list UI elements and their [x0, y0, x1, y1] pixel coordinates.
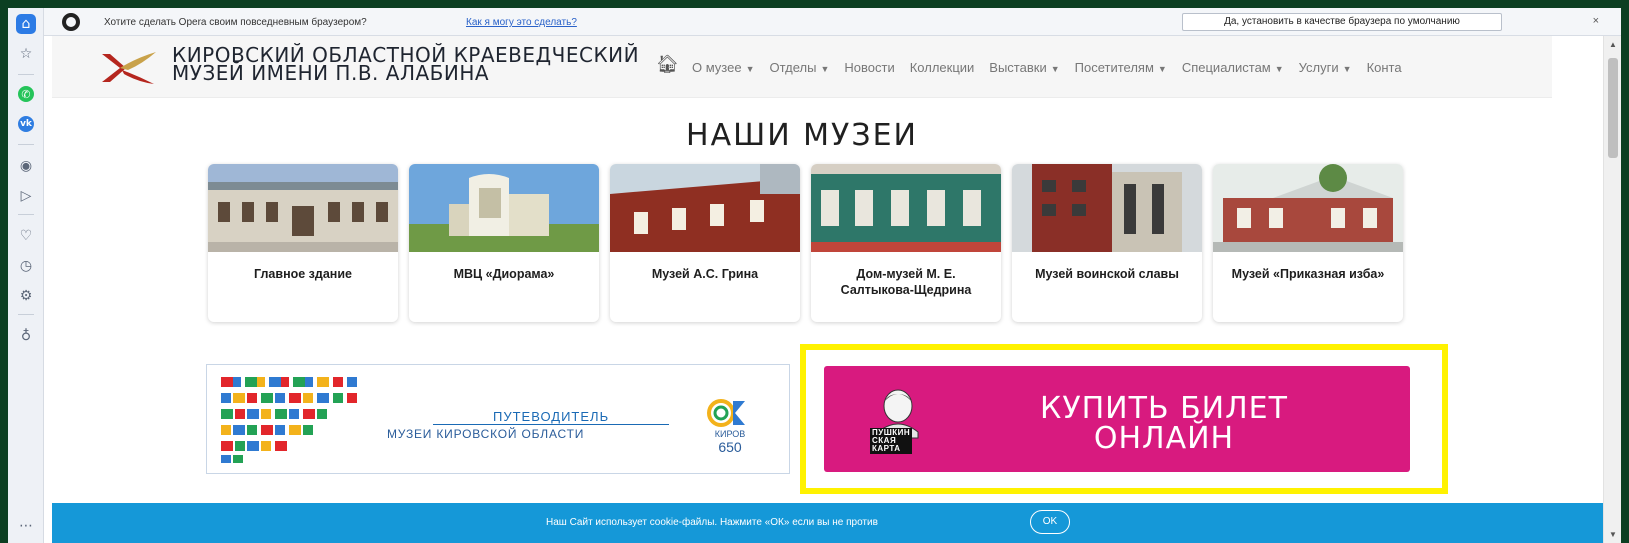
museum-name: Музей воинской славы — [1035, 267, 1179, 281]
guide-title: ПУТЕВОДИТЕЛЬ — [433, 409, 670, 425]
page-scrollbar[interactable]: ▲ ▼ — [1603, 36, 1621, 543]
museum-name: Главное здание — [254, 267, 352, 281]
guide-pattern-icon — [221, 377, 357, 463]
opera-sidebar: ⌂ ☆ ✆ vk ◉ ▷ ♡ ◷ ⚙ ♁ ⋯ — [8, 8, 44, 543]
cookie-message: Наш Сайт использует cookie-файлы. Нажмит… — [546, 517, 878, 528]
more-icon[interactable]: ⋯ — [16, 516, 36, 536]
museum-card-prikaznaya[interactable]: Музей «Приказная изба» — [1213, 164, 1403, 322]
section-title: НАШИ МУЗЕИ — [686, 118, 918, 153]
heart-icon[interactable]: ♡ — [16, 226, 36, 246]
home-icon[interactable]: 🏠︎ — [656, 54, 679, 75]
browser-window: ⌂ ☆ ✆ vk ◉ ▷ ♡ ◷ ⚙ ♁ ⋯ Хотите сделать Op… — [8, 8, 1621, 543]
museum-photo — [1012, 164, 1202, 252]
set-default-browser-button[interactable]: Да, установить в качестве браузера по ум… — [1182, 13, 1502, 31]
museum-cards: Главное здание МВЦ «Диорама» Музей А.С. … — [208, 164, 1403, 322]
infobar-howto-link[interactable]: Как я могу это сделать? — [466, 17, 577, 28]
send-icon[interactable]: ▷ — [16, 186, 36, 206]
museum-logo-icon[interactable] — [98, 50, 158, 86]
home-icon[interactable]: ⌂ — [16, 14, 36, 34]
web-page: КИРОВСКИЙ ОБЛАСТНОЙ КРАЕВЕДЧЕСКИЙ МУЗЕЙ … — [52, 36, 1603, 543]
cookie-ok-button[interactable]: OK — [1030, 510, 1070, 534]
kirov-number: 650 — [718, 439, 742, 455]
nav-item-collections[interactable]: Коллекции — [910, 60, 975, 75]
infobar-message: Хотите сделать Opera своим повседневным … — [104, 17, 367, 28]
nav-item-news[interactable]: Новости — [844, 60, 894, 75]
buy-ticket-line2: ОНЛАЙН — [1093, 421, 1235, 456]
main-nav: О музее ▼ Отделы ▼ Новости Коллекции Выста… — [692, 60, 1417, 75]
museum-photo — [409, 164, 599, 252]
sidebar-separator — [18, 74, 34, 75]
opera-logo-icon — [62, 13, 80, 31]
nav-item-exhibitions[interactable]: Выставки ▼ — [989, 60, 1059, 75]
infobar-close-icon[interactable]: × — [1593, 15, 1599, 27]
player-icon[interactable]: ◉ — [16, 156, 36, 176]
museum-card-saltykov[interactable]: Дом-музей М. Е. Салтыкова-Щедрина — [811, 164, 1001, 322]
scroll-down-icon[interactable]: ▼ — [1609, 530, 1617, 539]
site-header: КИРОВСКИЙ ОБЛАСТНОЙ КРАЕВЕДЧЕСКИЙ МУЗЕЙ … — [52, 36, 1552, 98]
nav-item-visitors[interactable]: Посетителям ▼ — [1075, 60, 1167, 75]
guide-subtitle: МУЗЕИ КИРОВСКОЙ ОБЛАСТИ — [387, 427, 585, 441]
pushkin-card-label: ПУШКИН СКАЯ КАРТА — [870, 428, 913, 454]
settings-icon[interactable]: ⚙ — [16, 286, 36, 306]
museum-card-main[interactable]: Главное здание — [208, 164, 398, 322]
museum-photo — [811, 164, 1001, 252]
buy-ticket-text: КУПИТЬ БИЛЕТ ОНЛАЙН — [1004, 394, 1324, 454]
vk-icon[interactable]: vk — [18, 116, 34, 132]
nav-item-about[interactable]: О музее ▼ — [692, 60, 755, 75]
museum-name: Музей А.С. Грина — [651, 267, 759, 281]
sidebar-separator — [18, 144, 34, 145]
sidebar-separator — [18, 214, 34, 215]
scroll-thumb[interactable] — [1608, 58, 1618, 158]
museum-card-grin[interactable]: Музей А.С. Грина — [610, 164, 800, 322]
museum-card-diorama[interactable]: МВЦ «Диорама» — [409, 164, 599, 322]
lightbulb-icon[interactable]: ♁ — [16, 326, 36, 346]
buy-ticket-line1: КУПИТЬ БИЛЕТ — [1040, 391, 1288, 426]
museum-photo — [1213, 164, 1403, 252]
museum-photo — [610, 164, 800, 252]
museum-name: МВЦ «Диорама» — [453, 267, 555, 281]
guide-banner[interactable]: ПУТЕВОДИТЕЛЬ МУЗЕИ КИРОВСКОЙ ОБЛАСТИ КИР… — [206, 364, 790, 474]
cookie-banner: Наш Сайт использует cookie-файлы. Нажмит… — [52, 503, 1603, 543]
buy-ticket-banner[interactable]: ПУШКИН СКАЯ КАРТА КУПИТЬ БИЛЕТ ОНЛАЙН — [824, 366, 1410, 472]
history-icon[interactable]: ◷ — [16, 256, 36, 276]
museum-card-military[interactable]: Музей воинской славы — [1012, 164, 1202, 322]
nav-item-services[interactable]: Услуги ▼ — [1299, 60, 1352, 75]
museum-name: Дом-музей М. Е. Салтыкова-Щедрина — [840, 267, 972, 297]
museum-name: Музей «Приказная изба» — [1231, 267, 1385, 281]
whatsapp-icon[interactable]: ✆ — [18, 86, 34, 102]
star-icon[interactable]: ☆ — [16, 44, 36, 64]
site-title[interactable]: КИРОВСКИЙ ОБЛАСТНОЙ КРАЕВЕДЧЕСКИЙ МУЗЕЙ … — [172, 45, 639, 83]
default-browser-infobar: Хотите сделать Opera своим повседневным … — [44, 8, 1621, 36]
sidebar-separator — [18, 314, 34, 315]
kirov-label: КИРОВ — [714, 429, 746, 439]
museum-photo — [208, 164, 398, 252]
nav-item-specialists[interactable]: Специалистам ▼ — [1182, 60, 1284, 75]
scroll-up-icon[interactable]: ▲ — [1609, 40, 1617, 49]
nav-item-departments[interactable]: Отделы ▼ — [770, 60, 830, 75]
nav-item-contacts[interactable]: Конта — [1367, 60, 1402, 75]
